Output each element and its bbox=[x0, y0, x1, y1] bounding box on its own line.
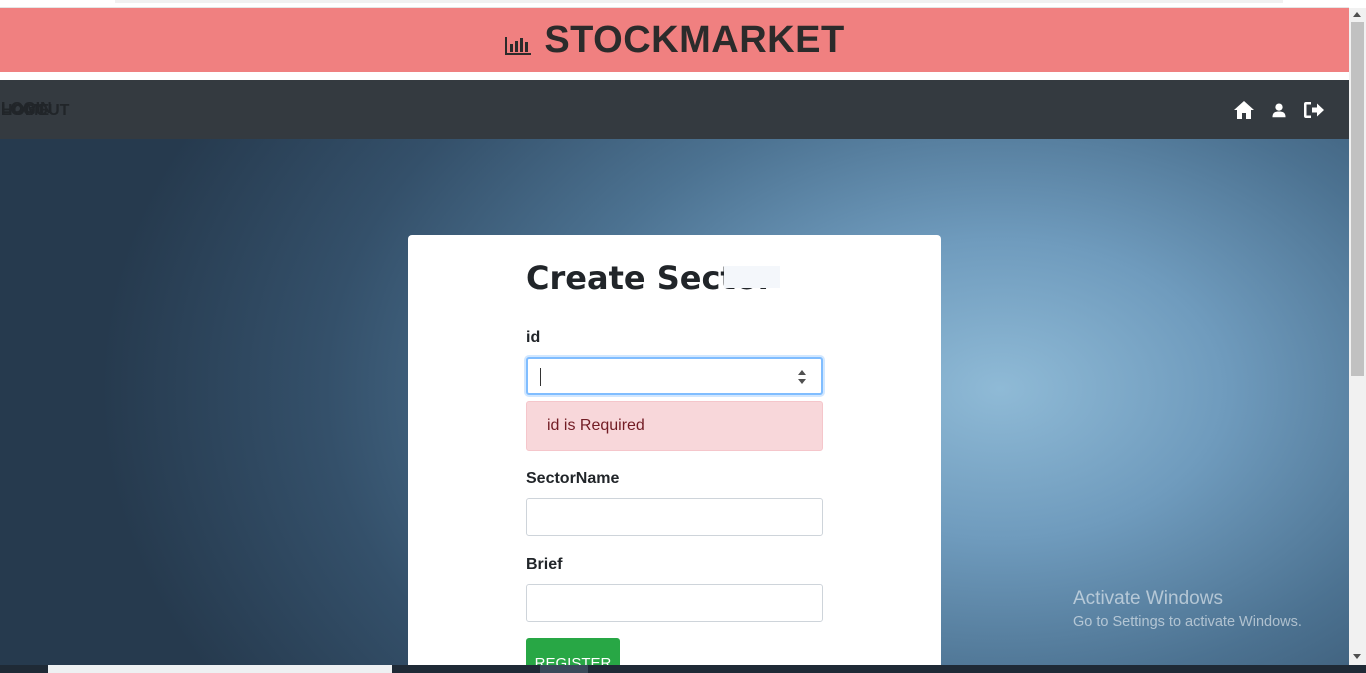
watermark-title: Activate Windows bbox=[1073, 588, 1223, 609]
id-error-alert: id is Required bbox=[526, 401, 823, 451]
bar-chart-icon bbox=[505, 37, 532, 55]
activate-windows-watermark: Activate Windows Go to Settings to activ… bbox=[1073, 588, 1302, 630]
browser-top-strip bbox=[0, 0, 1349, 8]
sector-name-field[interactable] bbox=[526, 498, 823, 536]
brief-field[interactable] bbox=[526, 584, 823, 622]
nav-login-link[interactable]: LOGIN bbox=[1, 100, 1287, 120]
brand-bar: STOCKMARKET bbox=[0, 8, 1349, 72]
title-highlight bbox=[724, 266, 780, 288]
taskbar-app-button[interactable] bbox=[540, 665, 588, 673]
id-label: id bbox=[526, 329, 541, 346]
create-sector-card: Create Sector id id is Required SectorNa… bbox=[408, 235, 941, 665]
hero-background: Create Sector id id is Required SectorNa… bbox=[0, 139, 1349, 665]
browser-tab-strip bbox=[115, 0, 1283, 3]
scroll-down-icon[interactable] bbox=[1353, 654, 1361, 659]
id-field[interactable] bbox=[526, 357, 823, 395]
windows-taskbar bbox=[0, 665, 1366, 673]
main-navbar: HOME LOGIN LOGOUT bbox=[0, 80, 1349, 139]
text-cursor bbox=[540, 368, 541, 386]
brand-divider bbox=[0, 72, 1349, 80]
sign-out-icon bbox=[1304, 101, 1324, 118]
number-spinner-icon[interactable] bbox=[797, 368, 807, 386]
nav-logout-label: LOGOUT bbox=[1, 101, 70, 119]
vertical-scrollbar[interactable] bbox=[1349, 8, 1366, 665]
brand[interactable]: STOCKMARKET bbox=[504, 19, 844, 62]
brand-title: STOCKMARKET bbox=[544, 18, 845, 61]
nav-logout-link[interactable]: LOGOUT bbox=[1, 100, 1325, 120]
scroll-thumb[interactable] bbox=[1351, 22, 1364, 376]
home-icon bbox=[1234, 100, 1254, 119]
taskbar-search-box[interactable] bbox=[48, 665, 392, 673]
nav-home-link[interactable]: HOME bbox=[1, 100, 1255, 120]
sector-name-label: SectorName bbox=[526, 470, 620, 487]
scroll-up-icon[interactable] bbox=[1353, 12, 1361, 17]
watermark-subtitle: Go to Settings to activate Windows. bbox=[1073, 614, 1302, 630]
brief-label: Brief bbox=[526, 556, 563, 573]
register-button[interactable]: REGISTER bbox=[526, 638, 620, 665]
user-icon bbox=[1272, 102, 1286, 117]
